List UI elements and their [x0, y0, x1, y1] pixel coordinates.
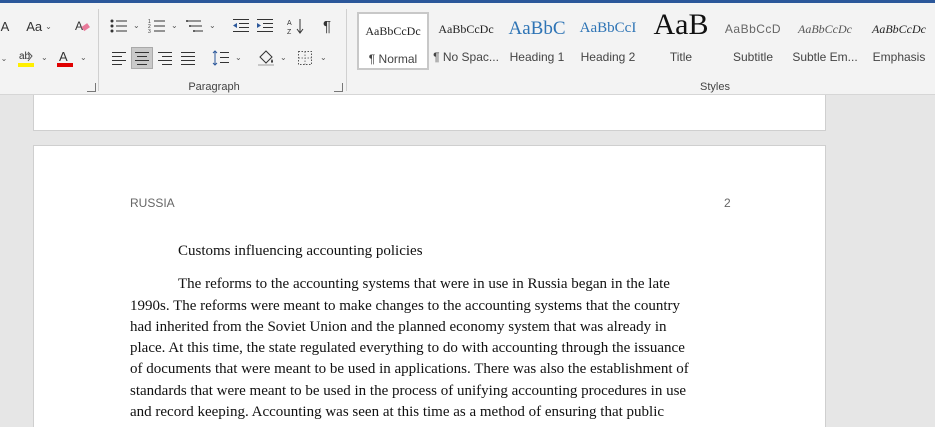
change-case-button[interactable]: Aa ⌄ [24, 15, 54, 37]
font-color-dropdown-icon[interactable]: ⌄ [80, 53, 87, 62]
style-emphasis[interactable]: AaBbCcDc Emphasis [863, 12, 935, 70]
style-subtitle[interactable]: AaBbCcD Subtitle [719, 12, 787, 70]
style-name: ¶ Normal [368, 52, 418, 66]
style-name: Emphasis [872, 50, 926, 64]
style-sample: AaBbCcDc [798, 22, 852, 36]
previous-page-bottom [33, 95, 826, 131]
style-sample: AaBbCcDc [438, 22, 494, 36]
styles-group-label: Styles [700, 81, 730, 93]
increase-indent-icon[interactable] [254, 15, 276, 37]
group-separator [346, 9, 347, 91]
style-heading-2[interactable]: AaBbCcI Heading 2 [573, 12, 643, 70]
grow-font-button[interactable]: A [0, 16, 10, 36]
paragraph-line: 1990s. The reforms were meant to make ch… [130, 297, 680, 314]
style-title[interactable]: AaB Title [645, 8, 717, 70]
sort-icon[interactable]: AZ [285, 15, 307, 37]
style-sample: AaBbCcD [724, 22, 782, 36]
section-heading: Customs influencing accounting policies [178, 243, 423, 259]
highlight-dropdown-icon[interactable]: ⌄ [41, 53, 48, 62]
document-body: Customs influencing accounting policies … [130, 241, 732, 423]
svg-text:3: 3 [148, 29, 151, 34]
change-case-label: Aa [26, 18, 43, 34]
align-left-icon[interactable] [108, 47, 130, 69]
paragraph-group-label: Paragraph [188, 81, 240, 93]
line-spacing-dropdown-icon[interactable]: ⌄ [235, 53, 242, 62]
svg-text:A: A [75, 19, 83, 33]
style-sample: AaBbCcI [579, 20, 637, 36]
style-name: Heading 2 [580, 50, 636, 64]
shading-icon[interactable] [255, 47, 277, 69]
paragraph-dialog-launcher[interactable] [334, 83, 343, 92]
paragraph-line: and record keeping. Accounting was seen … [130, 404, 665, 421]
document-page[interactable]: RUSSIA 2 Customs influencing accounting … [33, 145, 826, 427]
paragraph-line: had inherited from the Soviet Union and … [130, 318, 667, 335]
decrease-indent-icon[interactable] [230, 15, 252, 37]
style-sample: AaBbC [508, 18, 566, 39]
font-color-icon[interactable]: A [55, 47, 75, 69]
line-spacing-icon[interactable] [210, 47, 232, 69]
bullets-dropdown-icon[interactable]: ⌄ [133, 21, 140, 30]
style-name: Heading 1 [509, 50, 565, 64]
group-separator [98, 9, 99, 91]
style-name: Subtitle [732, 50, 774, 64]
shading-dropdown-icon[interactable]: ⌄ [280, 53, 287, 62]
multilevel-list-icon[interactable] [184, 15, 206, 37]
style-subtle-emphasis[interactable]: AaBbCcDc Subtle Em... [789, 12, 861, 70]
highlight-icon[interactable]: ab [15, 47, 37, 69]
style-sample: AaBbCcDc [365, 24, 421, 38]
clear-formatting-icon[interactable]: A [72, 15, 92, 37]
page-number: 2 [724, 196, 731, 210]
numbering-icon[interactable]: 123 [146, 15, 168, 37]
svg-text:A: A [59, 49, 68, 64]
multilevel-dropdown-icon[interactable]: ⌄ [209, 21, 216, 30]
style-name: Title [669, 50, 693, 64]
paragraph-line: of documents that were meant to be used … [130, 361, 689, 378]
style-no-spacing[interactable]: AaBbCcDc ¶ No Spac... [431, 12, 501, 70]
bullets-icon[interactable] [108, 15, 130, 37]
paragraph-line: standards that were meant to be used in … [130, 382, 687, 399]
svg-text:A: A [287, 20, 292, 27]
numbering-dropdown-icon[interactable]: ⌄ [171, 21, 178, 30]
justify-icon[interactable] [177, 47, 199, 69]
style-sample: AaB [653, 8, 709, 41]
style-normal[interactable]: AaBbCcDc ¶ Normal [357, 12, 429, 70]
paragraph-line: place. At this time, the state regulated… [130, 340, 685, 357]
font-dialog-launcher[interactable] [87, 83, 96, 92]
align-right-icon[interactable] [154, 47, 176, 69]
style-name: Subtle Em... [792, 50, 858, 64]
style-name: ¶ No Spac... [433, 50, 499, 64]
show-formatting-icon[interactable]: ¶ [316, 15, 338, 37]
borders-dropdown-icon[interactable]: ⌄ [320, 53, 327, 62]
style-heading-1[interactable]: AaBbC Heading 1 [503, 12, 571, 70]
paragraph-line: The reforms to the accounting systems th… [178, 276, 670, 293]
borders-icon[interactable] [294, 47, 316, 69]
font-dropdown-chevron-icon[interactable]: ⌄ [0, 48, 8, 68]
ribbon: A Aa ⌄ A ⌄ ab ⌄ A ⌄ ⌄ 123 ⌄ ⌄ AZ ¶ ⌄ ⌄ ⌄… [0, 3, 935, 95]
svg-text:Z: Z [287, 29, 292, 35]
styles-gallery: AaBbCcDc ¶ Normal AaBbCcDc ¶ No Spac... … [357, 8, 935, 70]
running-header: RUSSIA [130, 196, 175, 210]
style-sample: AaBbCcDc [872, 22, 926, 36]
align-center-icon[interactable] [131, 47, 153, 69]
